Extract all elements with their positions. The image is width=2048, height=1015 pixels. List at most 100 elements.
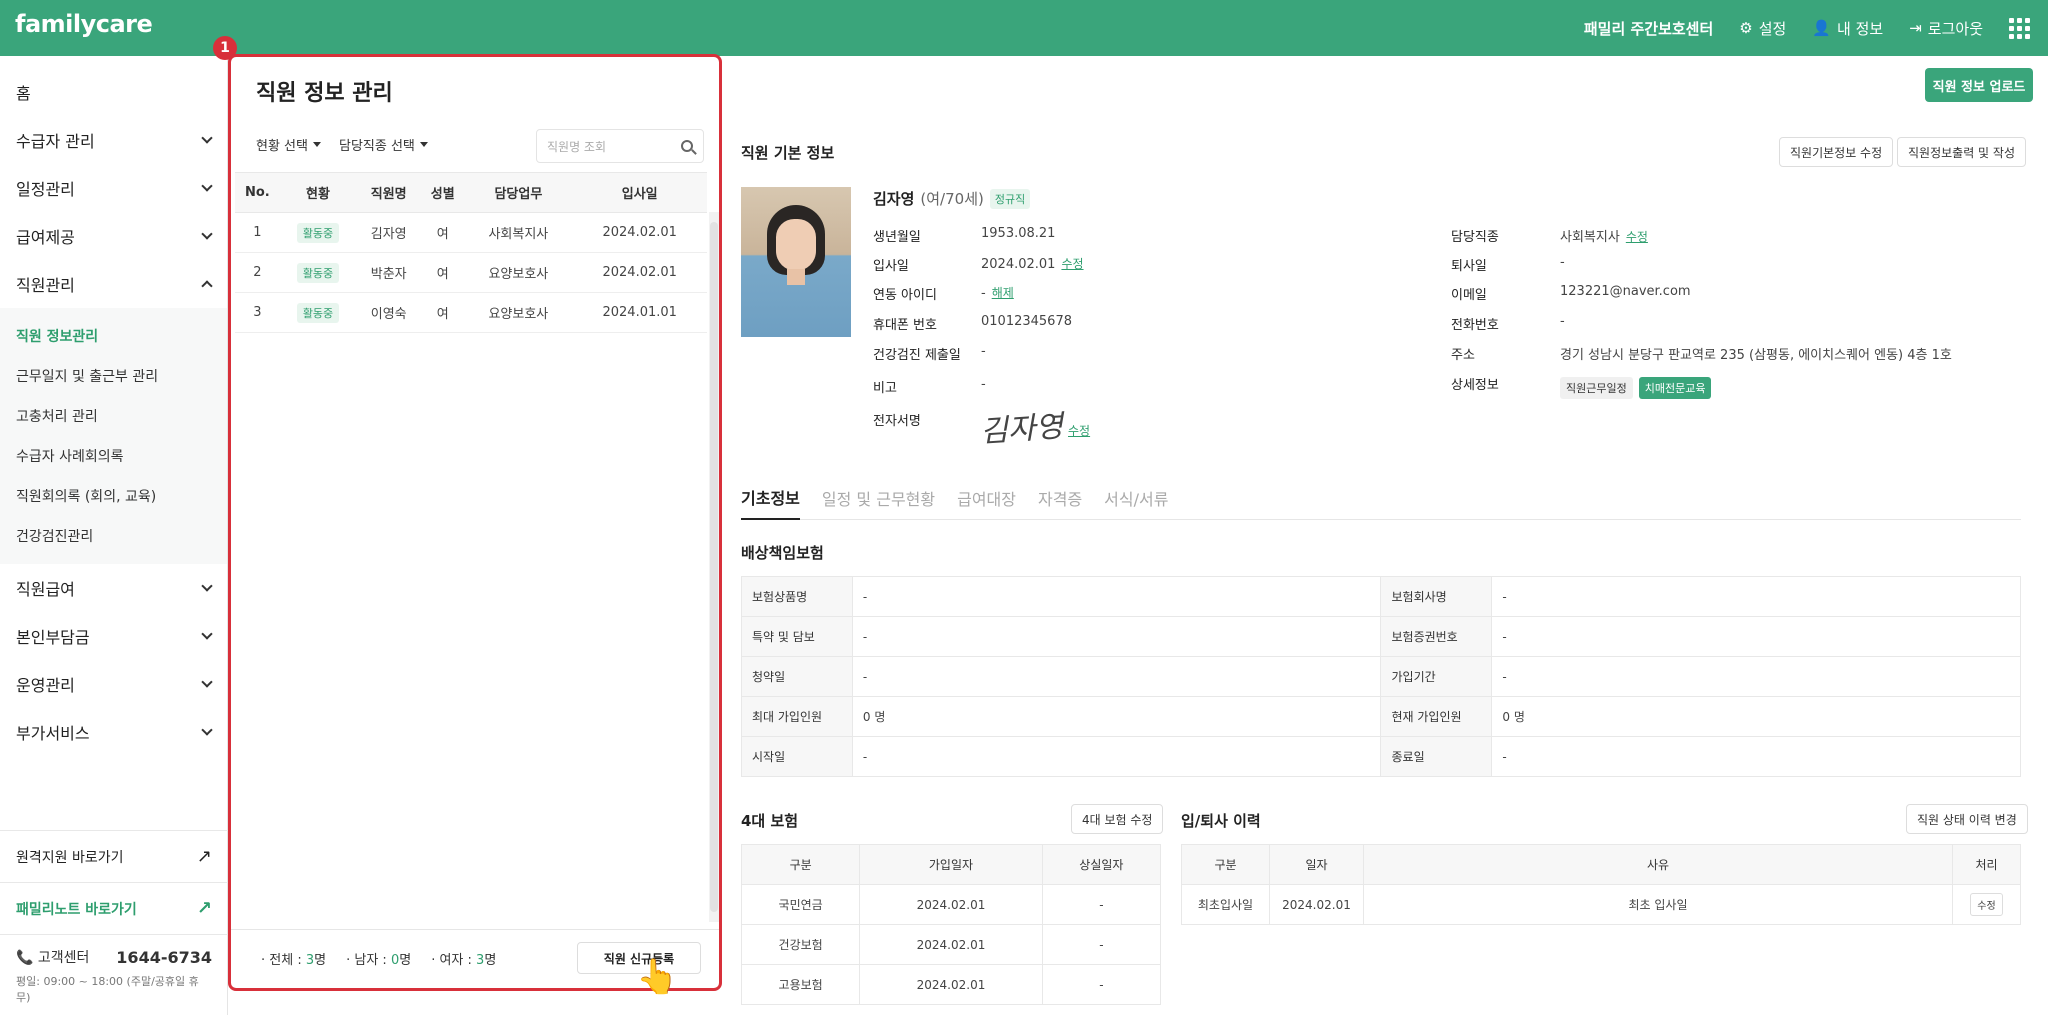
tab-payroll[interactable]: 급여대장 xyxy=(957,476,1016,520)
row-job: 요양보호사 xyxy=(464,252,573,293)
tab-basic-info[interactable]: 기초정보 xyxy=(741,476,800,520)
arrow-up-right-icon: ↗ xyxy=(196,898,212,919)
column-header: 일자 xyxy=(1269,844,1364,885)
sidebar-item-label: 직원급여 xyxy=(16,580,75,599)
detail-chips: 직원근무일정 치매전문교육 xyxy=(1560,377,1712,399)
chevron-down-icon xyxy=(201,580,213,592)
remote-support-link[interactable]: 원격지원 바로가기 ↗ xyxy=(0,830,228,882)
female-count: · 여자 : 3명 xyxy=(431,953,497,968)
sidebar-item-recipient[interactable]: 수급자 관리 xyxy=(0,116,227,164)
sidebar-item-label: 직원관리 xyxy=(16,276,75,295)
staff-search-input[interactable]: 직원명 조회 xyxy=(536,129,704,163)
tab-certificates[interactable]: 자격증 xyxy=(1038,476,1082,520)
logout-button[interactable]: ⇥ 로그아웃 xyxy=(1909,18,1983,39)
logout-icon: ⇥ xyxy=(1909,19,1922,37)
column-header: 입사일 xyxy=(572,172,707,213)
insurance-loss-date: - xyxy=(1041,924,1162,965)
sidebar-item-label: 수급자 관리 xyxy=(16,132,95,151)
pointer-hand-icon: 👆 xyxy=(636,957,679,997)
insurance-type: 건강보험 xyxy=(740,924,861,965)
sidebar-item-copay[interactable]: 본인부담금 xyxy=(0,612,227,660)
chevron-down-icon xyxy=(201,132,213,144)
column-header: 현황 xyxy=(279,172,357,213)
my-info-button[interactable]: 👤 내 정보 xyxy=(1812,18,1883,39)
insurance-join-date: 2024.02.01 xyxy=(859,964,1043,1005)
edit-signature-link[interactable]: 수정 xyxy=(1068,424,1090,438)
column-header: 담당업무 xyxy=(464,172,573,213)
sidebar-item-label: 일정관리 xyxy=(16,180,75,199)
liability-value: - xyxy=(851,736,1382,777)
top-bar: familycare 패밀리 주간보호센터 ⚙ 설정 👤 내 정보 ⇥ 로그아웃 xyxy=(0,0,2048,56)
status-filter-label: 현황 선택 xyxy=(256,139,308,154)
table-row: 최초입사일 2024.02.01 최초 입사일 수정 xyxy=(1181,884,2021,925)
search-icon[interactable] xyxy=(681,140,693,152)
sidebar-item-schedule[interactable]: 일정관리 xyxy=(0,164,227,212)
customer-center: 📞 고객센터 1644-6734 평일: 09:00 ~ 18:00 (주말/공… xyxy=(0,934,228,1015)
tab-schedule[interactable]: 일정 및 근무현황 xyxy=(822,476,935,520)
liability-value: 0 명 xyxy=(1491,696,2021,737)
table-row[interactable]: 1 활동중 김자영 여 사회복지사 2024.02.01 xyxy=(235,212,707,253)
change-status-history-button[interactable]: 직원 상태 이력 변경 xyxy=(1906,804,2028,834)
edit-history-button[interactable]: 수정 xyxy=(1970,893,2003,916)
work-schedule-chip[interactable]: 직원근무일정 xyxy=(1560,377,1633,399)
upload-staff-button[interactable]: 직원 정보 업로드 xyxy=(1925,68,2033,102)
field-label: 전자서명 xyxy=(873,414,921,429)
table-row[interactable]: 2 활동중 박춘자 여 요양보호사 2024.02.01 xyxy=(235,252,707,293)
field-label: 연동 아이디 xyxy=(873,288,937,303)
unlink-id-link[interactable]: 해제 xyxy=(992,286,1014,300)
edit-four-insurance-button[interactable]: 4대 보험 수정 xyxy=(1071,804,1164,834)
status-filter-dropdown[interactable]: 현황 선택 xyxy=(256,135,321,154)
field-label: 전화번호 xyxy=(1451,318,1499,333)
edit-join-date-link[interactable]: 수정 xyxy=(1061,257,1083,271)
four-insurance-table: 구분 가입일자 상실일자 국민연금 2024.02.01 - 건강보험 2024… xyxy=(740,844,1162,1005)
sidebar-item-benefit[interactable]: 급여제공 xyxy=(0,212,227,260)
family-note-link[interactable]: 패밀리노트 바로가기 ↗ xyxy=(0,882,228,934)
table-row[interactable]: 3 활동중 이영숙 여 요양보호사 2024.01.01 xyxy=(235,292,707,333)
support-hours: 평일: 09:00 ~ 18:00 (주말/공휴일 휴무) xyxy=(16,975,199,1004)
dementia-training-chip[interactable]: 치매전문교육 xyxy=(1638,377,1712,399)
sidebar-subitem-health-check[interactable]: 건강검진관리 xyxy=(0,516,227,556)
table-row: 최대 가입인원 0 명 현재 가입인원 0 명 xyxy=(741,696,2021,737)
history-reason: 최초 입사일 xyxy=(1363,884,1953,925)
staff-name: 김자영 xyxy=(873,190,915,208)
sidebar-item-home[interactable]: 홈 xyxy=(0,68,227,116)
row-date: 2024.02.01 xyxy=(572,212,707,253)
edit-basic-info-button[interactable]: 직원기본정보 수정 xyxy=(1779,137,1894,167)
app-logo[interactable]: familycare xyxy=(15,10,153,38)
table-row: 건강보험 2024.02.01 - xyxy=(740,924,1162,965)
print-staff-info-button[interactable]: 직원정보출력 및 작성 xyxy=(1897,137,2026,167)
sidebar-item-staff-pay[interactable]: 직원급여 xyxy=(0,564,227,612)
logout-label: 로그아웃 xyxy=(1927,19,1983,38)
sidebar-subitem-staff-info[interactable]: 직원 정보관리 xyxy=(0,316,227,356)
job-filter-label: 담당직종 선택 xyxy=(338,139,415,154)
resign-date-value: - xyxy=(1560,255,1565,270)
birth-date-value: 1953.08.21 xyxy=(981,226,1056,241)
apps-grid-icon[interactable] xyxy=(2009,17,2030,39)
liability-value: - xyxy=(1491,736,2021,777)
settings-button[interactable]: ⚙ 설정 xyxy=(1739,18,1786,39)
sidebar-item-staff[interactable]: 직원관리 xyxy=(0,260,227,308)
scrollbar-thumb[interactable] xyxy=(710,222,718,912)
column-header: 상실일자 xyxy=(1041,844,1162,885)
sidebar-item-operation[interactable]: 운영관리 xyxy=(0,660,227,708)
sidebar-subitem-staff-meeting[interactable]: 직원회의록 (회의, 교육) xyxy=(0,476,227,516)
detail-tabs: 기초정보 일정 및 근무현황 급여대장 자격증 서식/서류 xyxy=(741,476,2021,520)
liability-value: - xyxy=(1491,576,2021,617)
step-badge: 1 xyxy=(213,36,237,60)
edit-job-type-link[interactable]: 수정 xyxy=(1626,230,1648,244)
user-icon: 👤 xyxy=(1812,19,1832,37)
center-name: 패밀리 주간보호센터 xyxy=(1583,19,1714,38)
liability-value: - xyxy=(851,616,1382,657)
table-scrollbar[interactable] xyxy=(709,212,719,922)
sidebar-subitem-grievance[interactable]: 고충처리 관리 xyxy=(0,396,227,436)
sidebar-subitem-worklog[interactable]: 근무일지 및 출근부 관리 xyxy=(0,356,227,396)
sidebar-item-label: 부가서비스 xyxy=(16,724,90,743)
phone-value: - xyxy=(1560,314,1565,329)
job-filter-dropdown[interactable]: 담당직종 선택 xyxy=(339,135,428,154)
staff-list-panel: 직원 정보 관리 현황 선택 담당직종 선택 직원명 조회 No. 현황 직원명… xyxy=(228,54,722,991)
e-signature: 김자영 xyxy=(979,409,1065,450)
sidebar-subitem-case-meeting[interactable]: 수급자 사례회의록 xyxy=(0,436,227,476)
sidebar-item-extra[interactable]: 부가서비스 xyxy=(0,708,227,756)
tab-documents[interactable]: 서식/서류 xyxy=(1104,476,1168,520)
insurance-type: 고용보험 xyxy=(740,964,861,1005)
